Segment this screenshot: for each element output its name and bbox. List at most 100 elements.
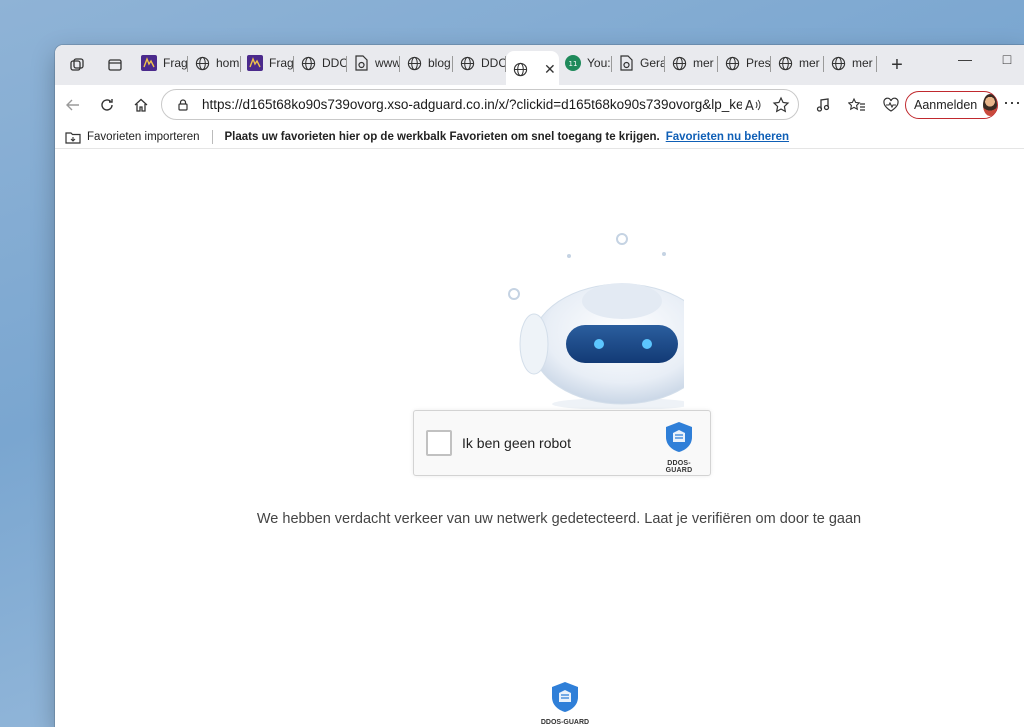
home-button[interactable] — [125, 89, 157, 121]
favorites-hint: Plaats uw favorieten hier op de werkbalk… — [224, 130, 660, 143]
tab-strip: Frag hom Frag DDC www blog DDC ✕ 11 You: Gera mer Pr… — [55, 45, 1024, 87]
new-tab-button[interactable]: + — [883, 51, 911, 79]
tab-12[interactable]: mer — [771, 47, 824, 79]
heart-pulse-icon — [883, 97, 899, 112]
globe-icon — [830, 55, 846, 71]
globe-icon — [512, 61, 528, 77]
close-icon[interactable]: ✕ — [544, 61, 556, 78]
tab-3[interactable]: DDC — [294, 47, 347, 79]
tab-0[interactable]: Frag — [135, 47, 188, 79]
workspaces-button[interactable] — [61, 49, 93, 81]
tab-title: mer — [799, 56, 820, 70]
arrow-left-icon — [66, 99, 79, 111]
purple-app-icon — [141, 55, 157, 71]
robot-right-eye — [642, 339, 652, 349]
bubble-decoration — [508, 288, 520, 300]
address-bar[interactable]: https://d165t68ko90s739ovorg.xso-adguard… — [161, 89, 799, 120]
globe-icon — [194, 55, 210, 71]
tab-actions-icon — [108, 59, 122, 71]
page-gear-icon — [353, 55, 369, 71]
tab-title: Gera — [640, 56, 665, 70]
shield-icon — [666, 422, 692, 452]
svg-text:11: 11 — [569, 60, 578, 68]
tab-1[interactable]: hom — [188, 47, 241, 79]
bubble-decoration — [616, 233, 628, 245]
tab-title: mer — [693, 56, 714, 70]
tab-2[interactable]: Frag — [241, 47, 294, 79]
robot-left-ear — [519, 313, 549, 375]
svg-text:A: A — [745, 99, 754, 113]
robot-left-eye — [594, 339, 604, 349]
divider — [211, 129, 213, 144]
more-menu-button[interactable]: ⋯ — [1003, 93, 1021, 114]
home-icon — [134, 98, 148, 112]
folder-import-icon — [65, 131, 81, 144]
toolbar-right-icons — [807, 89, 907, 121]
read-aloud-icon[interactable]: A — [742, 94, 764, 116]
avatar — [983, 94, 997, 116]
reload-icon — [101, 99, 113, 111]
verification-message: We hebben verdacht verkeer van uw netwer… — [256, 511, 862, 527]
tab-title: hom — [216, 56, 240, 70]
plus-icon: + — [891, 53, 903, 76]
music-note-icon — [816, 98, 830, 112]
captcha-brand: DDOS-GUARD — [665, 460, 693, 474]
back-button[interactable] — [57, 89, 89, 121]
browser-essentials-button[interactable] — [875, 89, 907, 121]
import-favorites-label: Favorieten importeren — [87, 130, 200, 143]
globe-icon — [406, 55, 422, 71]
globe-icon — [300, 55, 316, 71]
tab-6[interactable]: DDC — [453, 47, 506, 79]
shield-icon — [552, 682, 578, 712]
tab-title: Pres — [746, 56, 771, 70]
maximize-button[interactable]: □ — [987, 51, 1024, 67]
footer-ddos-guard-logo: DDOS-GUARD — [535, 681, 595, 726]
robot-illustration — [508, 233, 684, 409]
tab-title: Frag — [163, 56, 188, 70]
media-control-button[interactable] — [807, 89, 839, 121]
workspaces-icon — [70, 58, 84, 71]
ellipsis-icon: ⋯ — [1003, 93, 1021, 113]
tab-5[interactable]: blog — [400, 47, 453, 79]
minimize-button[interactable]: — — [945, 51, 985, 67]
captcha-widget: Ik ben geen robot DDOS-GUARD — [413, 410, 711, 476]
robot-top-panel — [582, 283, 662, 319]
captcha-label: Ik ben geen robot — [462, 435, 571, 451]
tab-title: blog — [428, 56, 451, 70]
import-favorites-button[interactable]: Favorieten importeren — [65, 130, 200, 144]
tab-title: DDC — [322, 56, 347, 70]
star-icon[interactable] — [770, 94, 792, 116]
green-app-icon: 11 — [565, 55, 581, 71]
manage-favorites-link[interactable]: Favorieten nu beheren — [666, 131, 789, 143]
favorites-button[interactable] — [841, 89, 873, 121]
favorites-list-icon — [848, 97, 865, 111]
tab-10[interactable]: mer — [665, 47, 718, 79]
tab-4[interactable]: www — [347, 47, 400, 79]
tab-actions-button[interactable] — [99, 49, 131, 81]
globe-icon — [777, 55, 793, 71]
tab-7[interactable]: ✕ — [506, 51, 559, 87]
tab-13[interactable]: mer — [824, 47, 877, 79]
tab-title: DDC — [481, 56, 506, 70]
favorites-bar: Favorieten importeren Plaats uw favoriet… — [55, 125, 1024, 149]
tab-9[interactable]: Gera — [612, 47, 665, 79]
tab-title: You: — [587, 56, 611, 70]
globe-icon — [459, 55, 475, 71]
reload-button[interactable] — [91, 89, 123, 121]
captcha-checkbox[interactable] — [426, 430, 452, 456]
dot-decoration — [662, 252, 666, 256]
tab-11[interactable]: Pres — [718, 47, 771, 79]
footer-brand: DDOS-GUARD — [540, 719, 590, 726]
tab-title: mer — [852, 56, 873, 70]
tab-8[interactable]: 11 You: — [559, 47, 612, 79]
signin-button[interactable]: Aanmelden — [905, 91, 998, 119]
toolbar: https://d165t68ko90s739ovorg.xso-adguard… — [55, 85, 1024, 125]
url-text[interactable]: https://d165t68ko90s739ovorg.xso-adguard… — [202, 97, 742, 112]
browser-window: Frag hom Frag DDC www blog DDC ✕ 11 You: Gera mer Pr… — [55, 45, 1024, 727]
ddos-guard-logo: DDOS-GUARD — [654, 421, 704, 474]
dot-decoration — [567, 254, 571, 258]
lock-icon[interactable] — [172, 94, 194, 116]
tab-list: Frag hom Frag DDC www blog DDC ✕ 11 You: Gera mer Pr… — [135, 45, 877, 87]
robot-visor — [566, 325, 678, 363]
globe-icon — [724, 55, 740, 71]
